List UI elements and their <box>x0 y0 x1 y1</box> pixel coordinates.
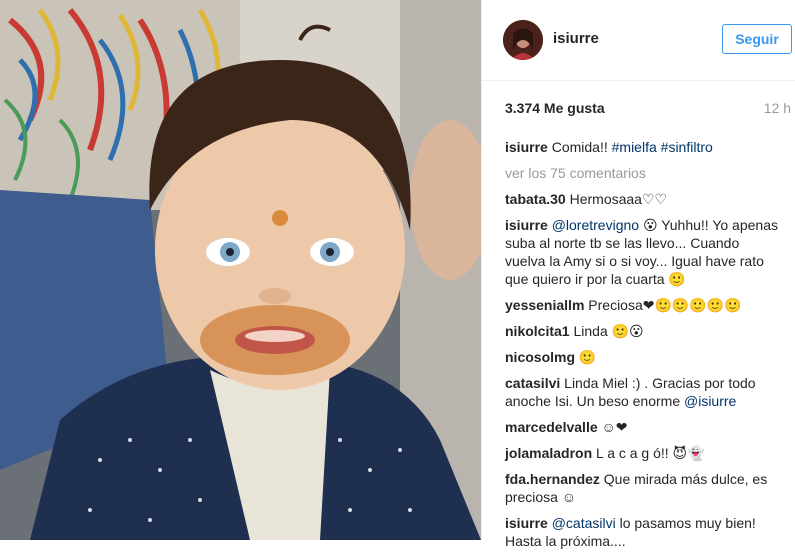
comment-text: Preciosa❤🙂🙂🙂🙂🙂 <box>588 297 742 313</box>
comment: jolamaladron L a c a g ó!! 😈👻 <box>505 444 780 462</box>
mention-link[interactable]: @catasilvi <box>552 515 616 531</box>
comment: isiurre @catasilvi lo pasamos muy bien! … <box>505 514 780 550</box>
comment-username[interactable]: tabata.30 <box>505 191 566 207</box>
baby-photo-illustration <box>0 0 481 540</box>
view-more-comments[interactable]: ver los 75 comentarios <box>505 164 780 182</box>
comment-text: L a c a g ó!! 😈👻 <box>596 445 705 461</box>
post-sidebar: isiurre Seguir 3.374 Me gusta 12 h isiur… <box>481 0 795 549</box>
comment-username[interactable]: yesseniallm <box>505 297 584 313</box>
comment: isiurre @loretrevigno 😮 Yuhhu!! Yo apena… <box>505 216 780 288</box>
comments-list: isiurre Comida!! #mielfa #sinfiltro ver … <box>505 138 780 558</box>
follow-button[interactable]: Seguir <box>722 24 792 54</box>
likes-count[interactable]: 3.374 Me gusta <box>505 100 605 116</box>
comment-text: 🙂 <box>578 349 597 365</box>
comment: fda.hernandez Que mirada más dulce, es p… <box>505 470 780 506</box>
mention-link[interactable]: @isiurre <box>684 393 736 409</box>
caption-text: Comida!! <box>551 139 608 155</box>
comment: nicosolmg 🙂 <box>505 348 780 366</box>
comment-username[interactable]: marcedelvalle <box>505 419 598 435</box>
comment: tabata.30 Hermosaaa♡♡ <box>505 190 780 208</box>
comment-username[interactable]: isiurre <box>505 515 548 531</box>
avatar[interactable] <box>503 20 543 60</box>
comment-text: ☺❤ <box>601 419 628 435</box>
comment-username[interactable]: fda.hernandez <box>505 471 600 487</box>
avatar-image <box>503 20 543 60</box>
caption-username[interactable]: isiurre <box>505 139 548 155</box>
caption: isiurre Comida!! #mielfa #sinfiltro <box>505 138 780 156</box>
comment-username[interactable]: isiurre <box>505 217 548 233</box>
comment-username[interactable]: nikolcita1 <box>505 323 570 339</box>
hashtag-link[interactable]: #mielfa <box>612 139 657 155</box>
likes-row: 3.374 Me gusta 12 h <box>505 100 791 116</box>
comment: nikolcita1 Linda 🙂😮 <box>505 322 780 340</box>
mention-link[interactable]: @loretrevigno <box>552 217 639 233</box>
comment-username[interactable]: nicosolmg <box>505 349 575 365</box>
instagram-post: isiurre Seguir 3.374 Me gusta 12 h isiur… <box>0 0 795 549</box>
comment-username[interactable]: catasilvi <box>505 375 560 391</box>
comment-username[interactable]: jolamaladron <box>505 445 592 461</box>
post-time[interactable]: 12 h <box>764 100 791 116</box>
comment: catasilvi Linda Miel :) . Gracias por to… <box>505 374 780 410</box>
post-photo[interactable] <box>0 0 481 540</box>
comment: marcedelvalle ☺❤ <box>505 418 780 436</box>
comment: yesseniallm Preciosa❤🙂🙂🙂🙂🙂 <box>505 296 780 314</box>
hashtag-link[interactable]: #sinfiltro <box>661 139 713 155</box>
post-header: isiurre Seguir <box>482 0 795 81</box>
header-username[interactable]: isiurre <box>553 30 599 47</box>
comment-text: Hermosaaa♡♡ <box>569 191 668 207</box>
comment-text: Linda 🙂😮 <box>573 323 644 339</box>
